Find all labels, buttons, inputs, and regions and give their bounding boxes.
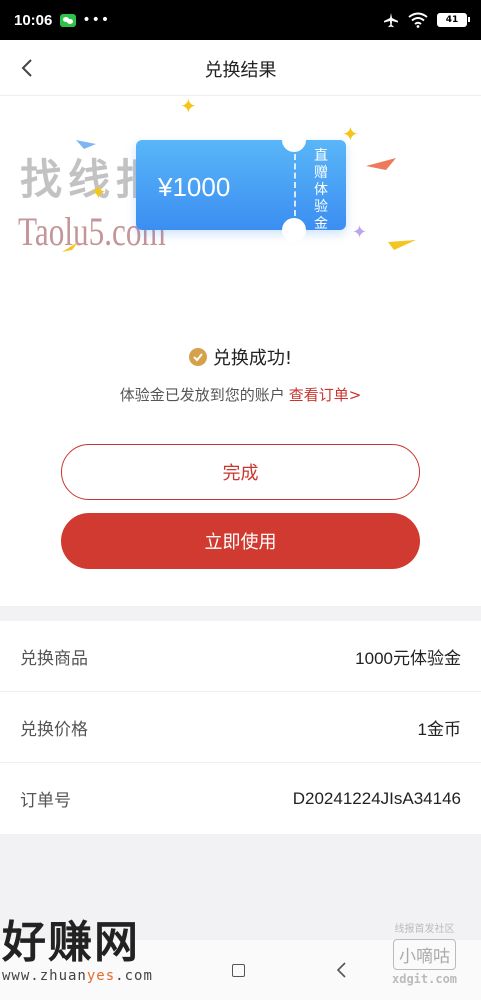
detail-label: 兑换商品 [20,648,88,669]
watermark-tagline: 线报首发社区 [394,924,455,935]
check-circle-icon [188,348,207,366]
status-bar: 10:06 ••• 41 [0,0,481,40]
detail-value: 1金币 [417,719,461,739]
system-back-button[interactable] [334,960,350,980]
wifi-icon [408,12,428,28]
detail-label: 订单号 [20,791,71,811]
success-text: 兑换成功! [212,348,293,369]
confetti-icon [62,242,78,252]
view-order-link[interactable]: 查看订单> [289,386,362,404]
watermark-url: www.zhuanyes.com [2,968,153,984]
top-navigation-bar: 兑换结果 [0,40,481,96]
detail-label: 兑换价格 [20,719,88,740]
sparkle-icon: ✦ [90,180,107,204]
sparkle-icon: ✦ [180,94,197,118]
watermark-bottom-left: 好赚网 www.zhuanyes.com [2,917,153,985]
watermark-logo: 小嘀咕 [393,939,457,970]
detail-value: 1000元体验金 [355,648,461,668]
use-now-button[interactable]: 立即使用 [61,513,420,569]
confetti-icon [76,140,96,149]
coupon-side-label: 直赠体验金 [314,148,328,232]
detail-value: D20241224JIsA34146 [292,788,461,808]
page-title: 兑换结果 [204,60,277,81]
confetti-icon [388,240,416,250]
watermark-bottom-right: 线报首发社区 小嘀咕 xdgit.com [392,920,457,986]
wechat-icon [60,13,77,27]
coupon-amount: ¥1000 [158,172,231,202]
detail-row-price: 兑换价格 1金币 [0,692,481,763]
success-message: 兑换成功! [0,344,481,370]
confetti-icon [366,158,396,170]
coupon-card: ¥1000 直赠体验金 [136,128,346,242]
order-details-list: 兑换商品 1000元体验金 兑换价格 1金币 订单号 D20241224JIsA… [0,621,481,834]
detail-row-product: 兑换商品 1000元体验金 [0,621,481,692]
info-message: 体验金已发放到您的账户 查看订单> [0,384,481,405]
status-icons: 41 [383,12,470,28]
sparkle-icon: ✦ [352,222,368,243]
more-notifications-icon: ••• [82,12,111,28]
detail-row-order-number: 订单号 D20241224JIsA34146 [0,763,481,834]
home-button[interactable] [232,964,245,977]
battery-icon: 41 [437,13,470,27]
done-button[interactable]: 完成 [61,444,420,500]
status-time: 10:06 [14,11,53,29]
result-panel: 找线报 Taolu5.com ✦ ✦ ✦ ✦ ¥1000 直赠体验金 兑换成功!… [0,94,481,606]
coupon-divider [294,154,296,216]
watermark-title: 好赚网 [2,917,140,968]
info-text: 体验金已发放到您的账户 [119,386,285,404]
airplane-icon [384,13,398,28]
watermark-url: xdgit.com [392,972,458,986]
